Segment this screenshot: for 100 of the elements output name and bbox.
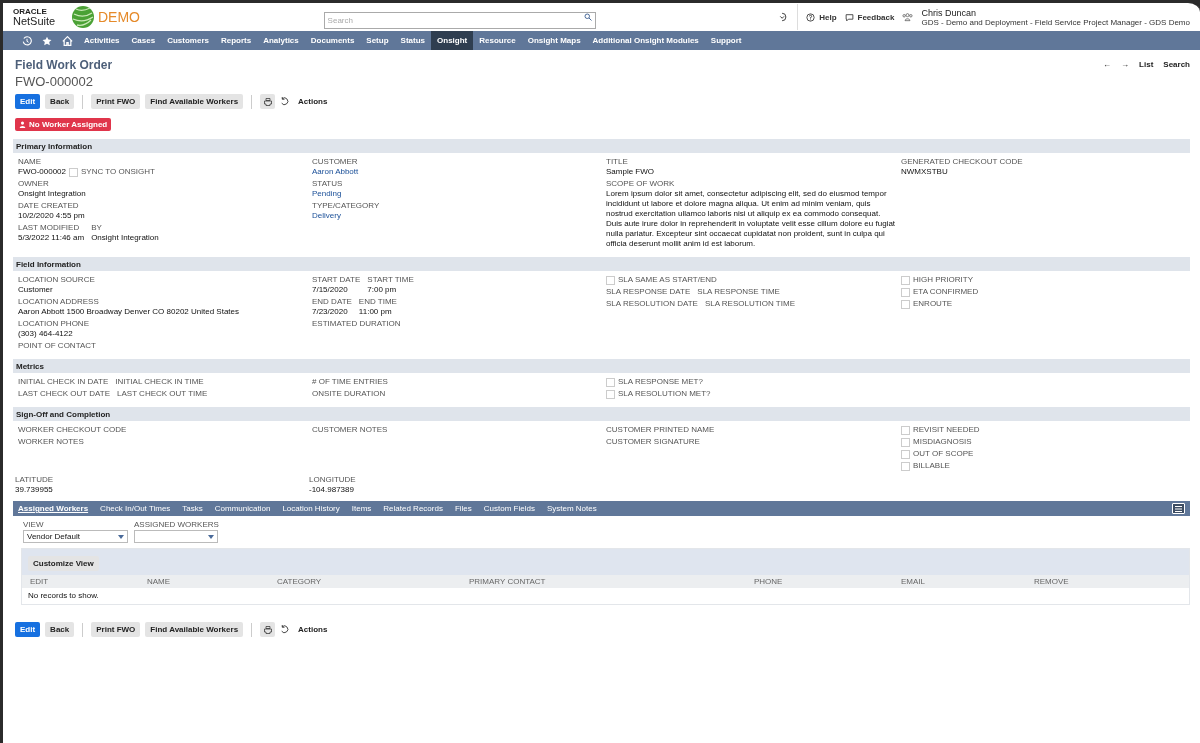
field-label: END TIME [358,297,397,307]
subtab[interactable]: Files [454,504,472,513]
nav-tab[interactable]: Onsight [431,31,474,50]
layout-toggle-icon[interactable] [1172,503,1185,514]
subtab[interactable]: Location History [282,504,340,513]
column-header: REMOVE [1034,577,1070,586]
field-value: Customer [18,285,54,295]
caret-icon [118,534,124,539]
field-label: # OF TIME ENTRIES [312,377,389,387]
subtab[interactable]: Check In/Out Times [100,504,171,513]
field-label: WORKER NOTES [18,437,85,447]
subtab[interactable]: Communication [214,504,271,513]
customize-view-button[interactable]: Customize View [28,556,99,571]
subtab[interactable]: Items [351,504,372,513]
search-field[interactable]: Search [323,11,596,29]
checkbox[interactable] [901,437,910,447]
pager-link[interactable]: Search [1163,60,1190,69]
field-label: INITIAL CHECK IN DATE [18,377,109,387]
toolbar-button[interactable]: Back [45,94,75,109]
feedback-link[interactable]: Feedback [844,12,895,22]
checkbox[interactable] [901,299,910,309]
checkbox-label: SLA RESPONSE MET? [618,377,703,387]
checkbox-label: SLA RESOLUTION MET? [618,389,711,399]
subtab[interactable]: Assigned Workers [18,504,89,513]
field-label: BY [91,223,103,233]
nav-tab[interactable]: Support [704,31,748,50]
checkbox[interactable] [901,449,910,459]
field-value: Onsight Integration [18,189,87,199]
field-label: START DATE [312,275,361,285]
refresh-icon[interactable] [280,97,290,106]
nav-tab[interactable]: Status [394,31,431,50]
field-link[interactable]: Delivery [312,211,602,221]
checkbox[interactable] [901,287,910,297]
checkbox[interactable] [606,389,615,399]
field-value: 11:00 pm [358,307,393,317]
column-header: PRIMARY CONTACT [469,577,547,586]
field-label: TYPE/CATEGORY [312,201,381,211]
checkbox[interactable] [606,275,615,285]
star-icon[interactable] [42,35,52,46]
field-label: CUSTOMER NOTES [312,425,389,435]
toolbar-button[interactable]: Back [45,622,75,637]
caret-icon [208,534,214,539]
user-name[interactable]: Chris Duncan [921,7,1190,18]
help-link[interactable]: Help [806,12,837,22]
field-value: 7/23/2020 [312,307,349,317]
subtab[interactable]: System Notes [546,504,597,513]
subtab[interactable]: Related Records [383,504,443,513]
checkbox[interactable] [901,425,910,435]
field-label: LOCATION SOURCE [18,275,96,285]
nav-tab[interactable]: Setup [360,31,395,50]
dropdown[interactable]: Vendor Default [23,530,128,543]
field-value: 10/2/2020 4:55 pm [18,211,86,221]
toolbar-button[interactable]: Edit [15,622,41,637]
field-label: OWNER [18,179,50,189]
refresh-icon[interactable] [280,625,290,634]
nav-tab[interactable]: Additional Onsight Modules [586,31,705,50]
netsuite-logo: ORACLE NetSuite [13,7,57,27]
pager-link[interactable]: List [1139,60,1154,69]
clock-icon[interactable] [22,35,32,46]
checkbox-label: SYNC TO ONSIGHT [81,167,155,177]
subtab[interactable]: Tasks [182,504,203,513]
subtab[interactable]: Custom Fields [483,504,535,513]
actions-menu[interactable]: Actions [298,97,328,106]
checkbox-label: ETA CONFIRMED [913,287,979,297]
checkbox[interactable] [69,167,79,177]
checkbox-label: REVISIT NEEDED [913,425,980,435]
field-label: SLA RESOLUTION DATE [606,299,698,309]
nav-tab[interactable]: Onsight Maps [521,31,587,50]
user-role: GDS - Demo and Deployment - Field Service Project Manager - GDS Demo [921,17,1190,27]
column-header: NAME [147,577,172,586]
nav-tab[interactable]: Documents [304,31,361,50]
dropdown[interactable] [134,530,218,543]
nav-tab[interactable]: Analytics [257,31,305,50]
field-label: SLA RESPONSE TIME [697,287,780,297]
pager-link[interactable]: → [1121,60,1130,69]
users-icon [902,12,914,22]
actions-menu[interactable]: Actions [298,625,328,634]
field-label: LOCATION PHONE [18,319,90,329]
nav-tab[interactable]: Cases [125,31,162,50]
field-link[interactable]: Pending [312,189,602,199]
print-button[interactable] [260,622,276,637]
toolbar-button[interactable]: Find Available Workers [145,622,244,637]
nav-tab[interactable]: Reports [214,31,258,50]
toolbar-button[interactable]: Edit [15,94,41,109]
nav-tab[interactable]: Resource [473,31,522,50]
field-value: Aaron Abbott 1500 Broadway Denver CO 80202 United States [18,307,241,317]
toolbar-button[interactable]: Print FWO [91,622,141,637]
field-label: LAST CHECK OUT DATE [18,389,111,399]
field-label: VIEW [23,520,45,530]
nav-tab[interactable]: Customers [161,31,215,50]
field-link[interactable]: Aaron Abbott [312,167,602,177]
checkbox[interactable] [901,461,910,471]
checkbox[interactable] [901,275,910,285]
print-button[interactable] [260,94,276,109]
nav-tab[interactable]: Activities [78,31,126,50]
home-icon[interactable] [62,35,73,46]
pager-link[interactable]: ← [1103,60,1112,69]
toolbar-button[interactable]: Find Available Workers [145,94,244,109]
checkbox[interactable] [606,377,615,387]
toolbar-button[interactable]: Print FWO [91,94,141,109]
